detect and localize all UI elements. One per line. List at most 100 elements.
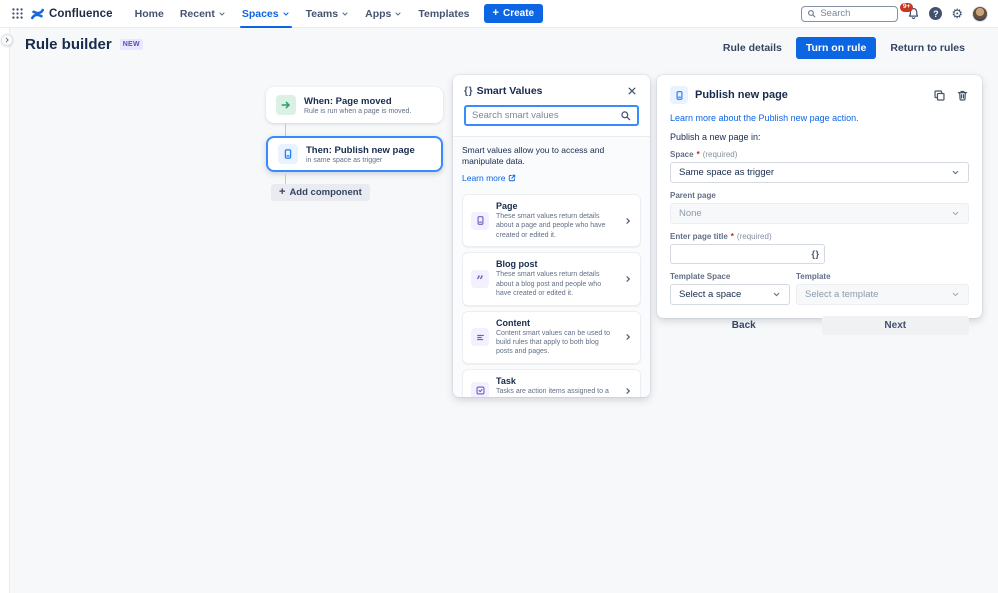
chevron-down-icon — [218, 10, 226, 18]
template-space-select[interactable]: Select a space — [670, 284, 790, 305]
plus-icon: + — [279, 187, 285, 198]
quote-icon: ” — [471, 270, 489, 288]
publish-intro-text: Publish a new page in: — [670, 132, 969, 142]
smart-values-list: Page These smart values return details a… — [462, 194, 641, 397]
nav-menu: Home Recent Spaces Teams Apps Templates — [127, 0, 478, 28]
chevron-right-icon — [624, 333, 632, 341]
required-note: (required) — [737, 232, 772, 241]
page-icon — [471, 212, 489, 230]
required-asterisk: * — [697, 150, 700, 159]
required-asterisk: * — [731, 232, 734, 241]
page-title-field: { } — [670, 244, 825, 264]
template-space-field-label: Template Space — [670, 272, 790, 281]
smart-values-title: Smart Values — [477, 85, 620, 97]
template-field-label: Template — [796, 272, 969, 281]
page-title-input[interactable] — [671, 249, 805, 260]
nav-item-teams[interactable]: Teams — [298, 0, 358, 28]
content-lines-icon — [471, 328, 489, 346]
chevron-down-icon — [951, 209, 960, 218]
turn-on-rule-button[interactable]: Turn on rule — [796, 37, 876, 59]
logo-text: Confluence — [49, 8, 113, 20]
page-title-field-label: Enter page title*(required) — [670, 232, 969, 241]
user-avatar[interactable] — [972, 6, 988, 22]
smart-values-body: Smart values allow you to access and man… — [453, 136, 650, 397]
app-switcher-icon[interactable] — [8, 5, 26, 23]
smart-value-item-content[interactable]: Content Content smart values can be used… — [462, 311, 641, 364]
trigger-arrow-icon — [276, 95, 296, 115]
smart-values-intro: Smart values allow you to access and man… — [462, 145, 641, 168]
confluence-logo[interactable]: Confluence — [30, 7, 113, 21]
smart-values-panel: { } Smart Values Smart values allow you … — [453, 75, 650, 397]
nav-item-spaces[interactable]: Spaces — [234, 0, 298, 28]
publish-new-page-panel: Publish new page Learn more about the Pu… — [657, 75, 982, 318]
publish-panel-buttons: Back Next — [670, 316, 969, 335]
sidebar-expand-button[interactable] — [1, 34, 13, 46]
chevron-right-icon — [624, 217, 632, 225]
braces-icon: { } — [464, 86, 472, 97]
page-icon — [670, 86, 688, 104]
chevron-down-icon — [282, 10, 290, 18]
space-select[interactable]: Same space as trigger — [670, 162, 969, 183]
action-title: Then: Publish new page — [306, 145, 415, 156]
chevron-down-icon — [951, 290, 960, 299]
nav-item-home[interactable]: Home — [127, 0, 172, 28]
rule-details-button[interactable]: Rule details — [717, 37, 788, 59]
publish-panel-title: Publish new page — [695, 89, 926, 101]
task-checkbox-icon — [471, 382, 489, 397]
trigger-title: When: Page moved — [304, 96, 411, 107]
duplicate-icon[interactable] — [933, 89, 946, 102]
page-title: Rule builder — [25, 36, 112, 53]
trash-icon[interactable] — [956, 89, 969, 102]
return-to-rules-button[interactable]: Return to rules — [884, 37, 971, 59]
template-select: Select a template — [796, 284, 969, 305]
notifications-bell-icon[interactable]: 9+ — [907, 7, 920, 20]
search-input[interactable] — [820, 8, 892, 19]
next-button[interactable]: Next — [822, 316, 970, 335]
smart-values-search[interactable] — [464, 105, 639, 126]
chevron-down-icon — [341, 10, 349, 18]
chevron-down-icon — [772, 290, 781, 299]
chevron-right-icon — [624, 275, 632, 283]
top-navbar: Confluence Home Recent Spaces Teams Apps… — [0, 0, 998, 28]
template-row: Template Space Select a space Template S… — [670, 264, 969, 305]
action-card-publish-new-page[interactable]: Then: Publish new page in same space as … — [266, 136, 443, 172]
confluence-logo-icon — [30, 7, 45, 21]
external-link-icon — [508, 174, 516, 182]
trigger-card-page-moved[interactable]: When: Page moved Rule is run when a page… — [266, 87, 443, 123]
smart-values-search-input[interactable] — [472, 110, 616, 121]
notification-badge: 9+ — [900, 3, 912, 12]
workflow-connector — [285, 174, 286, 184]
chevron-right-icon — [624, 387, 632, 395]
close-icon[interactable] — [625, 84, 639, 98]
nav-item-recent[interactable]: Recent — [172, 0, 234, 28]
parent-page-select: None — [670, 203, 969, 224]
smart-value-item-task[interactable]: Task Tasks are action items assigned to … — [462, 369, 641, 397]
nav-right-cluster: 9+ ? ⚙ — [801, 6, 988, 22]
action-subtitle: in same space as trigger — [306, 157, 415, 164]
create-button[interactable]: + Create — [484, 4, 544, 23]
help-icon[interactable]: ? — [929, 7, 942, 20]
parent-page-field-label: Parent page — [670, 191, 969, 200]
chevron-down-icon — [394, 10, 402, 18]
smart-value-item-page[interactable]: Page These smart values return details a… — [462, 194, 641, 247]
learn-more-link[interactable]: Learn more — [462, 173, 516, 183]
nav-item-templates[interactable]: Templates — [410, 0, 477, 28]
global-search[interactable] — [801, 6, 898, 22]
smart-value-item-blog-post[interactable]: ” Blog post These smart values return de… — [462, 252, 641, 305]
back-button[interactable]: Back — [670, 316, 818, 335]
new-badge: NEW — [120, 39, 143, 50]
publish-learn-more-link[interactable]: Learn more about the Publish new page ac… — [670, 113, 969, 123]
left-sidebar-rail — [0, 28, 10, 593]
nav-item-apps[interactable]: Apps — [357, 0, 410, 28]
page-header: Rule builder NEW — [25, 36, 143, 53]
page-icon — [278, 144, 298, 164]
settings-gear-icon[interactable]: ⚙ — [951, 7, 963, 20]
add-component-button[interactable]: + Add component — [271, 184, 370, 201]
smart-values-header: { } Smart Values — [453, 75, 650, 105]
trigger-subtitle: Rule is run when a page is moved. — [304, 108, 411, 115]
workflow-connector — [285, 123, 286, 136]
search-icon — [807, 9, 816, 18]
plus-icon: + — [493, 8, 499, 19]
header-actions: Rule details Turn on rule Return to rule… — [717, 37, 971, 59]
smart-values-braces-button[interactable]: { } — [805, 249, 824, 259]
